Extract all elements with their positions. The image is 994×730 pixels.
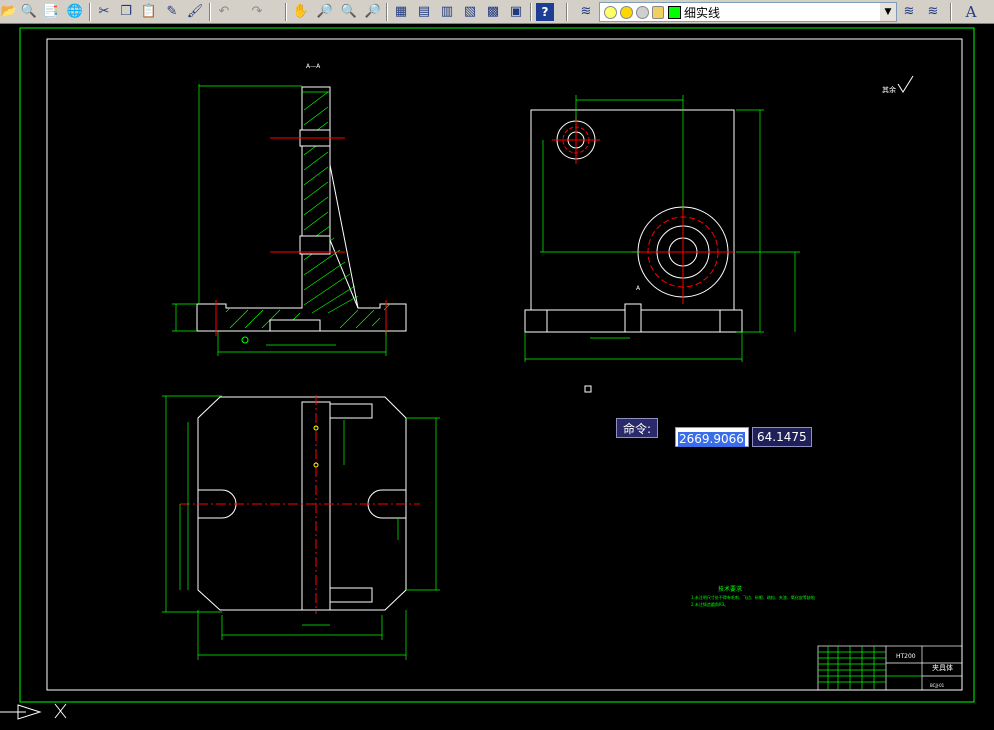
freeze-sun-icon[interactable] <box>620 6 633 19</box>
coordinate-y-input[interactable]: 64.1475 <box>752 427 812 447</box>
paste-icon[interactable]: 📋 <box>140 3 158 21</box>
top-view <box>162 395 440 660</box>
undo-icon[interactable]: ↶ <box>215 3 233 21</box>
layer-dropdown[interactable]: 细实线 ▼ <box>599 2 897 22</box>
zoom-previous-icon[interactable]: 🔎 <box>364 3 382 21</box>
sheet-outer-frame <box>19 27 975 703</box>
match-properties-icon[interactable]: ✎ <box>163 3 181 21</box>
coordinate-x-value: 2669.9066 <box>678 432 745 447</box>
calculator-icon[interactable]: ▣ <box>507 3 525 21</box>
copy-icon[interactable]: ❐ <box>117 3 135 21</box>
tool-palettes-icon[interactable]: ▥ <box>438 3 456 21</box>
title-code: BCJJ-01 <box>930 683 945 688</box>
on-off-bulb-icon[interactable] <box>604 6 617 19</box>
chevron-down-icon[interactable]: ▼ <box>880 3 896 21</box>
technical-requirements: 技术要求 1.未注明尺寸处不得有毛刺、飞边、砂眼、疏松、夹渣、氧化皮等缺陷 2.… <box>691 585 815 607</box>
layer-manager-icon[interactable]: ≋ <box>577 3 595 21</box>
markup-icon[interactable]: ▩ <box>484 3 502 21</box>
brush-icon[interactable]: 🖌 <box>186 3 204 21</box>
title-part-name: 夹具体 <box>932 663 953 672</box>
plot-preview-icon[interactable]: 🔍 <box>20 3 38 21</box>
zoom-realtime-icon[interactable]: 🔎 <box>316 3 334 21</box>
freeze-viewport-icon[interactable] <box>636 6 649 19</box>
pickbox-cursor <box>584 385 592 393</box>
coordinate-x-input[interactable]: 2669.9066 <box>675 427 749 447</box>
redo-icon[interactable]: ↷ <box>248 3 266 21</box>
tech-line-2: 2.未注铸造圆角R3。 <box>691 601 728 607</box>
standard-toolbar: 📂 🔍 📑 🌐 ✂ ❐ 📋 ✎ 🖌 ↶ ↷ ✋ 🔎 🔍 🔎 ▦ ▤ ▥ ▧ ▩ … <box>0 0 994 24</box>
side-view: A <box>524 95 800 362</box>
help-icon[interactable]: ? <box>536 3 554 21</box>
layer-color-swatch[interactable] <box>668 6 681 19</box>
publish-icon[interactable]: 📑 <box>42 3 60 21</box>
zoom-window-icon[interactable]: 🔍 <box>340 3 358 21</box>
title-block: HT200 夹具体 BCJJ-01 <box>817 645 963 691</box>
open-icon[interactable]: 📂 <box>0 3 18 21</box>
roughness-label: 其余 <box>882 85 896 94</box>
tech-title: 技术要求 <box>718 585 742 593</box>
cut-icon[interactable]: ✂ <box>95 3 113 21</box>
section-label: A—A <box>306 63 321 70</box>
current-layer-name: 细实线 <box>684 6 721 20</box>
title-material: HT200 <box>896 653 916 660</box>
layer-states-icon[interactable]: ≋ <box>924 3 942 21</box>
section-mark: A <box>636 285 641 292</box>
layer-previous-icon[interactable]: ≋ <box>900 3 918 21</box>
sheet-inner-frame <box>46 38 963 691</box>
text-style-icon[interactable]: A <box>962 3 980 21</box>
drawing-canvas[interactable]: A—A A 其余 技术要求 1.未注明尺寸处不得有毛刺、飞边、砂眼、疏松、夹渣、… <box>0 24 994 730</box>
design-center-icon[interactable]: ▤ <box>415 3 433 21</box>
ucs-icon <box>0 703 67 720</box>
properties-icon[interactable]: ▦ <box>392 3 410 21</box>
roughness-symbol: 其余 <box>882 75 914 94</box>
pan-icon[interactable]: ✋ <box>292 3 310 21</box>
lock-icon[interactable] <box>652 6 664 19</box>
command-prompt-label: 命令: <box>616 418 658 438</box>
sheet-set-icon[interactable]: ▧ <box>461 3 479 21</box>
tech-line-1: 1.未注明尺寸处不得有毛刺、飞边、砂眼、疏松、夹渣、氧化皮等缺陷 <box>691 594 815 600</box>
globe-icon[interactable]: 🌐 <box>66 3 84 21</box>
section-view: A—A <box>172 63 407 356</box>
